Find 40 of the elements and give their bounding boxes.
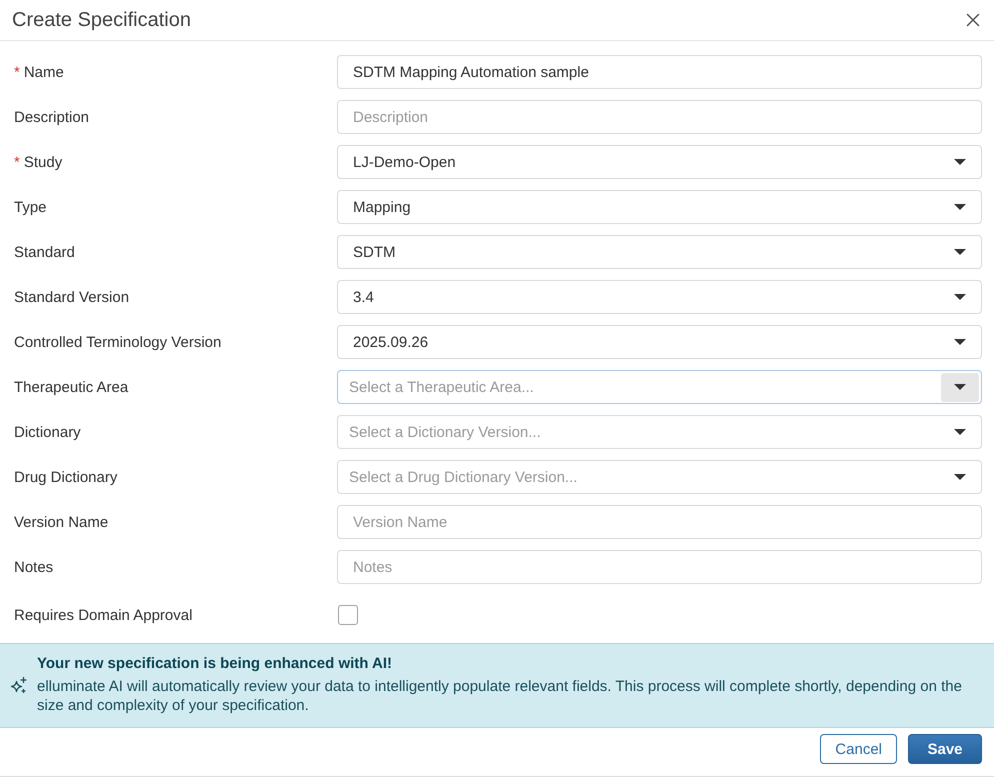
caret-icon[interactable] (954, 249, 966, 255)
field-label: Requires Domain Approval (14, 606, 192, 624)
caret-icon (954, 384, 966, 390)
dropdown-field[interactable]: 3.4 (337, 280, 982, 314)
caret-icon[interactable] (954, 204, 966, 210)
checkbox[interactable] (338, 605, 358, 625)
cancel-button[interactable]: Cancel (820, 734, 897, 764)
caret-icon[interactable] (954, 159, 966, 165)
field-label: Standard (14, 244, 75, 260)
field-label: Study (24, 154, 62, 170)
field-label: Standard Version (14, 288, 130, 306)
dropdown-field[interactable]: LJ-Demo-Open (337, 145, 982, 179)
sparkles-icon (10, 676, 27, 694)
dropdown-field[interactable]: Mapping (337, 190, 982, 224)
text-input-field[interactable]: Notes (337, 550, 982, 584)
text-input-field[interactable]: SDTM Mapping Automation sample (337, 55, 982, 89)
field-label: Version Name (14, 514, 108, 530)
caret-icon[interactable] (954, 339, 966, 345)
text-input-field[interactable]: Version Name (337, 505, 982, 539)
caret-icon[interactable] (954, 429, 966, 435)
notice-text: elluminate AI will automatically review your data to intelligently populate relevant fields. This process will complete shortly, depending on the size and complexity of your specification. (37, 677, 963, 715)
field-label: Notes (14, 558, 54, 576)
field-label: Dictionary (14, 424, 81, 440)
field-label: Drug Dictionary (14, 468, 118, 486)
notice-title: Your new specification is being enhanced with AI! (37, 655, 394, 672)
required-marker: * (14, 154, 20, 170)
field-label: Description (14, 108, 90, 126)
field-label: Therapeutic Area (14, 378, 128, 396)
dropdown-field[interactable]: SDTM (337, 235, 982, 269)
required-marker: * (14, 64, 20, 80)
field-label: Type (14, 198, 47, 216)
field-label: Name (24, 64, 64, 80)
field-label: Controlled Terminology Version (14, 334, 222, 350)
dropdown-field[interactable]: 2025.09.26 (337, 325, 982, 359)
caret-icon[interactable] (954, 474, 966, 480)
text-input-field[interactable]: Description (337, 100, 982, 134)
dialog-title: Create Specification (12, 8, 191, 32)
caret-icon[interactable] (954, 294, 966, 300)
dropdown-toggle-button[interactable] (941, 372, 979, 402)
save-button[interactable]: Save (908, 734, 982, 764)
